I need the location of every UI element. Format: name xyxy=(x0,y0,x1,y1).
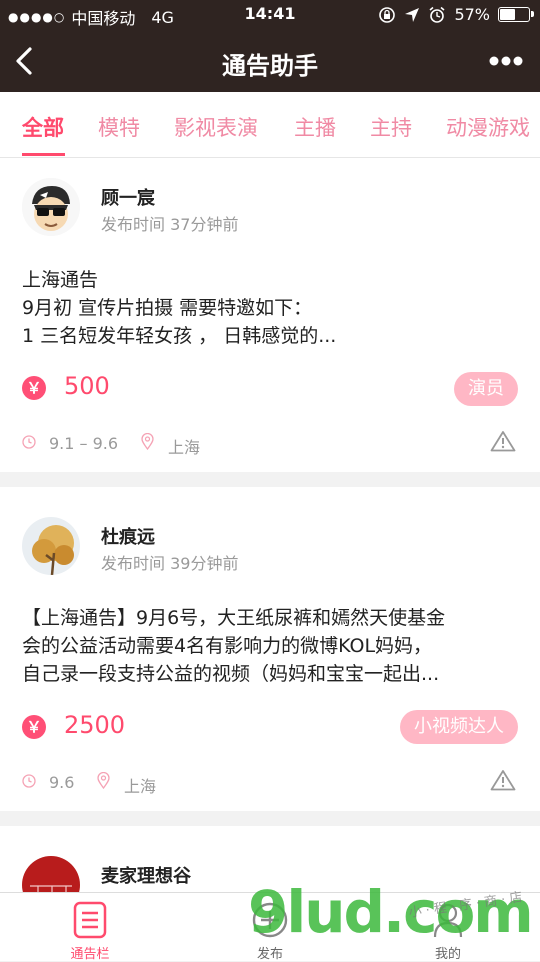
post-time: 发布时间 37分钟前 xyxy=(101,215,239,234)
tab-streamer[interactable]: 主播 xyxy=(294,112,336,142)
bottom-tab-bar: 通告栏 发布 我的 xyxy=(0,892,540,962)
tab-film-acting[interactable]: 影视表演 xyxy=(174,112,258,142)
avatar[interactable] xyxy=(22,178,80,236)
yuan-icon: ￥ xyxy=(22,715,46,739)
report-warning-icon[interactable] xyxy=(490,430,516,452)
red-logo-avatar-icon xyxy=(22,856,80,896)
post-content[interactable]: 【上海通告】9月6号，大王纸尿裤和嫣然天使基金 会的公益活动需要4名有影响力的微… xyxy=(22,604,522,688)
username[interactable]: 麦家理想谷 xyxy=(101,862,191,888)
tab-host[interactable]: 主持 xyxy=(370,112,412,142)
post-card[interactable]: 顾一宸 发布时间 37分钟前 上海通告 9月初 宣传片拍摄 需要特邀如下： 1 … xyxy=(0,158,540,472)
location-pin-icon xyxy=(141,433,154,450)
username[interactable]: 顾一宸 xyxy=(101,184,155,210)
user-icon xyxy=(433,903,463,938)
tab-publish[interactable]: 发布 xyxy=(230,893,310,962)
location-icon xyxy=(405,7,420,22)
report-warning-icon[interactable] xyxy=(490,769,516,791)
tab-mine[interactable]: 我的 xyxy=(408,893,488,962)
nav-bar: 通告助手 xyxy=(0,30,540,92)
post-card[interactable]: 麦家理想谷 xyxy=(0,826,540,896)
tab-model[interactable]: 模特 xyxy=(98,112,140,142)
location: 上海 xyxy=(168,438,201,457)
content-line: 自己录一段支持公益的视频（妈妈和宝宝一起出... xyxy=(22,663,440,685)
page-title: 通告助手 xyxy=(222,52,318,80)
tree-photo-avatar-icon xyxy=(22,517,80,575)
content-line: 1 三名短发年轻女孩 ， 日韩感觉的... xyxy=(22,325,337,347)
cartoon-avatar-icon xyxy=(22,178,80,236)
date-range: 9.6 xyxy=(49,773,75,792)
battery-icon xyxy=(498,7,534,22)
content-line: 上海通告 xyxy=(22,269,99,291)
tab-mine-label: 我的 xyxy=(434,947,461,962)
post-content[interactable]: 上海通告 9月初 宣传片拍摄 需要特邀如下： 1 三名短发年轻女孩 ， 日韩感觉… xyxy=(22,266,522,350)
tab-notices[interactable]: 通告栏 xyxy=(50,893,130,962)
avatar[interactable] xyxy=(22,856,80,896)
content-line: 会的公益活动需要4名有影响力的微博KOL妈妈， xyxy=(22,635,433,657)
tab-publish-label: 发布 xyxy=(256,947,283,962)
status-bar: ●●●●○ 中国移动 4G 14:41 57% xyxy=(0,0,540,30)
price: 500 xyxy=(64,372,110,400)
clock-icon xyxy=(22,774,36,788)
location-pin-icon xyxy=(97,772,110,789)
category-tabs: 全部 模特 影视表演 主播 主持 动漫游戏 xyxy=(0,92,540,158)
battery-percent: 57% xyxy=(454,5,490,24)
rotation-lock-icon xyxy=(379,6,396,23)
more-icon xyxy=(489,56,523,66)
role-tag: 演员 xyxy=(454,372,518,406)
tab-anime-games[interactable]: 动漫游戏 xyxy=(446,112,530,142)
content-line: 9月初 宣传片拍摄 需要特邀如下： xyxy=(22,297,313,319)
alarm-icon xyxy=(429,6,445,23)
role-tag: 小视频达人 xyxy=(400,710,518,744)
username[interactable]: 杜痕远 xyxy=(101,523,155,549)
avatar[interactable] xyxy=(22,517,80,575)
clock-icon xyxy=(22,435,36,449)
location: 上海 xyxy=(124,777,157,796)
add-circle-icon xyxy=(252,902,288,938)
tab-notices-label: 通告栏 xyxy=(70,947,110,962)
content-line: 【上海通告】9月6号，大王纸尿裤和嫣然天使基金 xyxy=(22,607,446,629)
more-button[interactable] xyxy=(486,50,526,72)
tab-all[interactable]: 全部 xyxy=(22,112,64,142)
active-tab-indicator xyxy=(22,153,65,156)
post-card[interactable]: 杜痕远 发布时间 39分钟前 【上海通告】9月6号，大王纸尿裤和嫣然天使基金 会… xyxy=(0,487,540,811)
notice-list-icon xyxy=(73,901,107,939)
post-time: 发布时间 39分钟前 xyxy=(101,554,239,573)
yuan-icon: ￥ xyxy=(22,376,46,400)
price: 2500 xyxy=(64,711,126,739)
date-range: 9.1 – 9.6 xyxy=(49,434,119,453)
